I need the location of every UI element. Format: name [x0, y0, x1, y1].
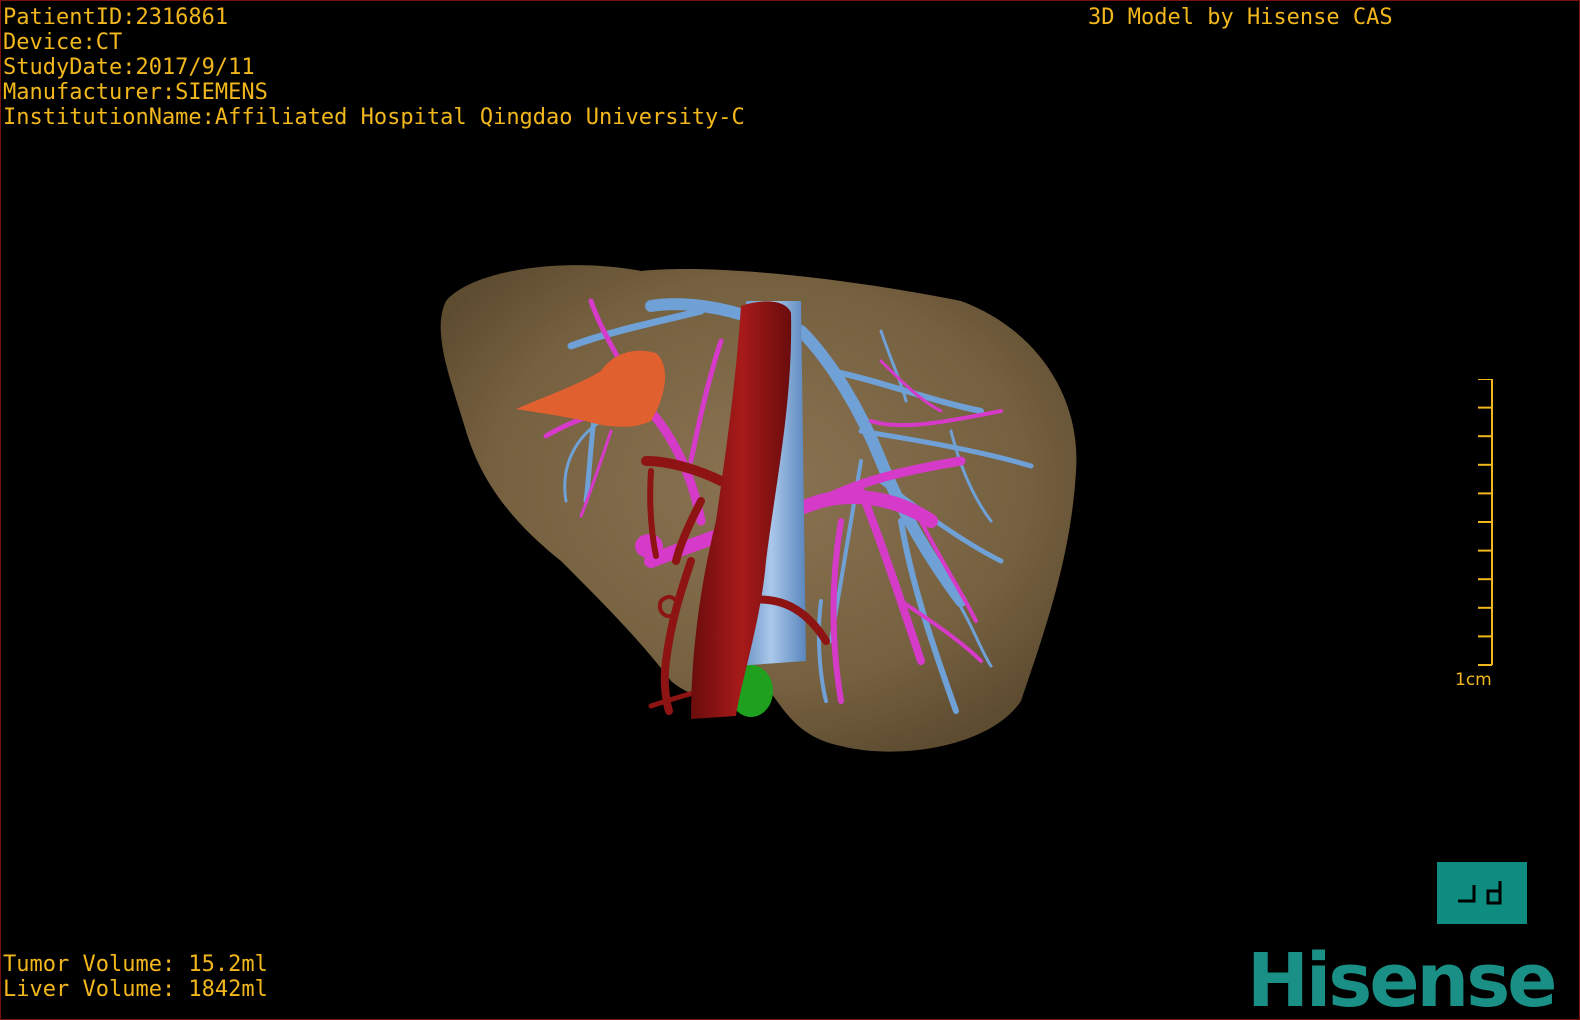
liver-volume: Liver Volume: 1842ml: [3, 977, 268, 1002]
manufacturer: Manufacturer:SIEMENS: [3, 80, 268, 105]
volume-info: Tumor Volume: 15.2ml Liver Volume: 1842ml: [3, 952, 268, 1002]
institution-name: InstitutionName:Affiliated Hospital Qing…: [3, 105, 745, 130]
patient-info: PatientID:2316861 Device:CT StudyDate:2017…: [3, 5, 745, 130]
portal-vein-stump: [635, 534, 663, 558]
study-date: StudyDate:2017/9/11: [3, 55, 255, 80]
orthographic-view-button[interactable]: [1437, 862, 1527, 924]
liver-3d-model[interactable]: [1, 1, 1580, 1020]
model-credit: 3D Model by Hisense CAS: [1088, 5, 1393, 30]
device: Device:CT: [3, 30, 123, 55]
scale-bar: [1478, 379, 1493, 666]
scale-label: 1cm: [1455, 670, 1492, 690]
hisense-logo: Hisense: [1247, 938, 1557, 1020]
tumor-volume: Tumor Volume: 15.2ml: [3, 952, 268, 977]
3d-viewport[interactable]: PatientID:2316861 Device:CT StudyDate:2017…: [0, 0, 1580, 1020]
orthographic-view-icon: [1458, 881, 1502, 905]
patient-id: PatientID:2316861: [3, 5, 229, 30]
